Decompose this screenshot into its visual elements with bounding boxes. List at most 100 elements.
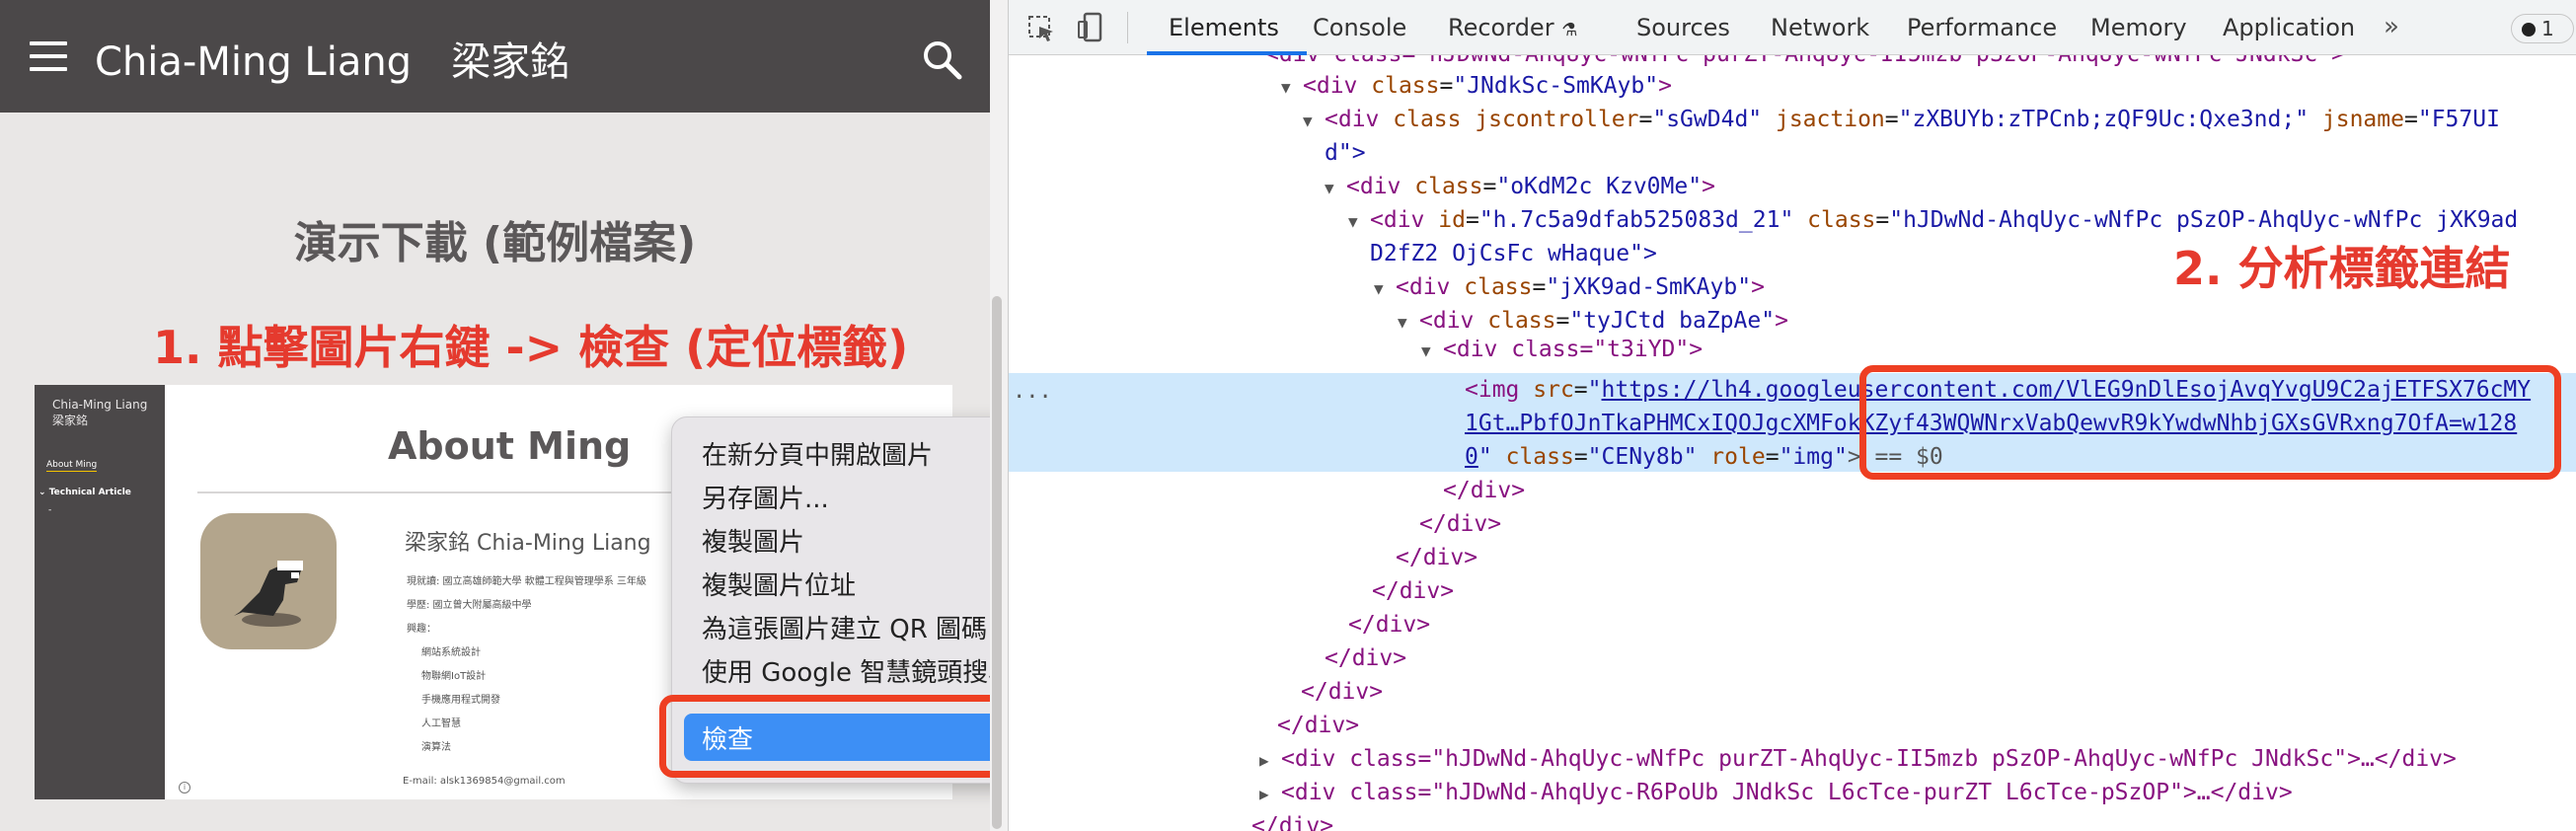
menu-item-google-lens[interactable]: 使用 Google 智慧鏡頭搜尋圖片 — [702, 652, 990, 689]
dom-line-wrap: D2fZ2 OjCsFc wHaque"> — [1370, 237, 1657, 270]
dom-close-tag[interactable]: </div> — [1301, 675, 1383, 709]
dom-close-tag[interactable]: </div> — [1372, 574, 1454, 608]
attr-value: "tyJCtd baZpAe" — [1569, 308, 1776, 334]
devtools-toolbar: Elements Console Recorder ⚗ Sources Netw… — [1009, 0, 2576, 55]
tag-open: <div class="t3iYD"> — [1443, 340, 1704, 359]
flask-icon: ⚗ — [1561, 20, 1578, 40]
tag-open: <div — [1419, 308, 1488, 334]
tag-open: <img — [1465, 377, 1534, 403]
embedded-nav-about[interactable]: About Ming — [46, 460, 98, 472]
dom-line[interactable]: ▼ <div class="t3iYD"> — [1421, 340, 1703, 359]
tab-memory[interactable]: Memory — [2090, 14, 2187, 41]
dom-close-tag[interactable]: </div> — [1325, 642, 1406, 675]
dinosaur-icon — [234, 561, 303, 627]
embedded-nav-technical[interactable]: ⌄ Technical Article — [38, 488, 131, 497]
dom-close-tag[interactable]: </div> — [1396, 541, 1477, 574]
bio-line: 手機應用程式開發 — [421, 695, 500, 706]
attr-name: class — [1371, 73, 1440, 99]
expand-arrow-icon[interactable]: ▶ — [1259, 744, 1281, 778]
collapse-arrow-icon[interactable]: ▼ — [1303, 105, 1325, 138]
dom-line[interactable]: ▼ <div class jscontroller="sGwD4d" jsacti… — [1303, 103, 2500, 136]
dom-tree[interactable]: ··· <div class="hJDwNd-AhqUyc-wNfPc purZ… — [1009, 55, 2576, 831]
annotation-step-2: 2. 分析標籤連結 — [2173, 242, 2511, 295]
menu-icon[interactable] — [30, 41, 67, 71]
dom-close-tag[interactable]: </div> — [1348, 608, 1430, 642]
collapsed-node: <div class="hJDwNd-AhqUyc-wNfPc purZT-Ah… — [1281, 746, 2457, 772]
tab-application[interactable]: Application — [2223, 14, 2355, 41]
search-icon[interactable] — [920, 38, 963, 81]
dom-line[interactable]: ▶ <div class="hJDwNd-AhqUyc-wNfPc purZT-A… — [1259, 742, 2457, 776]
attr-value: "hJDwNd-AhqUyc-wNfPc pSzOP-AhqUyc-wNfPc … — [1889, 207, 2519, 233]
dom-close-tag[interactable]: </div> — [1419, 507, 1501, 541]
attr-value: "JNdkSc-SmKAyb" — [1453, 73, 1659, 99]
collapse-arrow-icon[interactable]: ▼ — [1325, 172, 1346, 205]
site-title[interactable]: Chia-Ming Liang 梁家銘 — [95, 30, 569, 87]
device-toolbar-icon[interactable] — [1076, 12, 1105, 43]
tab-console[interactable]: Console — [1313, 14, 1406, 41]
tab-network[interactable]: Network — [1771, 14, 1869, 41]
dom-line[interactable]: ▼ <div class="tyJCtd baZpAe"> — [1398, 304, 1788, 338]
attr-name: class — [1487, 308, 1556, 334]
dom-line[interactable]: ▼ <div class="oKdM2c Kzv0Me"> — [1325, 170, 1715, 203]
attr-value: "h.7c5a9dfab525083d_21" — [1478, 207, 1794, 233]
bio-line: 現就讀: 國立高雄師範大學 軟體工程與管理學系 三年級 — [407, 576, 646, 587]
collapse-arrow-icon[interactable]: ▼ — [1348, 205, 1370, 239]
collapse-arrow-icon[interactable]: ▼ — [1374, 272, 1396, 306]
menu-item-copy-image-address[interactable]: 複製圖片位址 — [702, 566, 856, 602]
node-actions-ellipsis[interactable]: ··· — [1013, 385, 1052, 410]
collapse-arrow-icon[interactable]: ▼ — [1421, 341, 1443, 359]
embedded-profile-name: 梁家銘 Chia-Ming Liang — [405, 531, 651, 556]
embedded-nav-dash[interactable]: - — [48, 505, 51, 515]
issues-badge[interactable]: 1 — [2511, 14, 2574, 43]
dom-close-tag[interactable]: </div> — [1251, 809, 1333, 831]
bio-line: 興趣： — [407, 624, 436, 635]
annotation-step-1: 1. 點擊圖片右鍵 -> 檢查 (定位標籤) — [153, 321, 909, 374]
tab-recorder-label: Recorder — [1448, 14, 1554, 41]
tag-open: <div — [1303, 73, 1372, 99]
email-line: E-mail: alsk1369854@gmail.com — [403, 776, 566, 787]
collapse-arrow-icon[interactable]: ▼ — [1398, 306, 1419, 340]
menu-item-copy-image[interactable]: 複製圖片 — [702, 522, 804, 559]
menu-item-save-image[interactable]: 另存圖片... — [702, 479, 829, 515]
tag-open: <div — [1396, 274, 1465, 300]
dom-line-wrap: d"> — [1325, 136, 1366, 170]
collapsed-node: <div class="hJDwNd-AhqUyc-R6PoUb JNdkSc … — [1281, 780, 2293, 805]
collapse-arrow-icon[interactable]: ▼ — [1281, 71, 1303, 105]
menu-item-open-new-tab[interactable]: 在新分頁中開啟圖片 — [702, 435, 933, 472]
attr-value: "F57UI — [2417, 107, 2500, 132]
devtools-panel: Elements Console Recorder ⚗ Sources Netw… — [1008, 0, 2576, 831]
dom-line[interactable]: ▼ <div class="JNdkSc-SmKAyb"> — [1281, 69, 1672, 103]
attr-name: src — [1533, 377, 1574, 403]
embedded-sidebar: Chia-Ming Liang 梁家銘 About Ming ⌄ Technic… — [35, 385, 165, 799]
toolbar-divider — [1127, 12, 1128, 43]
dom-line[interactable]: ▶ <div class="hJDwNd-AhqUyc-R6PoUb JNdkSc… — [1259, 776, 2293, 809]
avatar[interactable] — [200, 513, 337, 649]
website-viewport: Chia-Ming Liang 梁家銘 演示下載 (範例檔案) 1. 點擊圖片右… — [0, 0, 990, 831]
site-header: Chia-Ming Liang 梁家銘 — [0, 0, 990, 113]
inspect-element-icon[interactable] — [1026, 14, 1056, 43]
tag-open: <div — [1346, 174, 1415, 199]
dom-line[interactable]: ▼ <div id="h.7c5a9dfab525083d_21" class="… — [1348, 203, 2518, 237]
attr-value: "img" — [1779, 444, 1848, 470]
attr-value: "jXK9ad-SmKAyb" — [1546, 274, 1752, 300]
more-tabs-icon[interactable]: » — [2384, 12, 2399, 41]
attr-value: "sGwD4d" — [1652, 107, 1763, 132]
tab-performance[interactable]: Performance — [1907, 14, 2057, 41]
embedded-nav-technical-label: Technical Article — [48, 488, 131, 497]
dom-line[interactable]: ▼ <div class="jXK9ad-SmKAyb"> — [1374, 270, 1765, 304]
attr-name: jsaction — [1762, 107, 1885, 132]
menu-item-create-qr[interactable]: 為這張圖片建立 QR 圖碼 — [702, 609, 987, 645]
tab-sources[interactable]: Sources — [1636, 14, 1730, 41]
image-url-link[interactable]: 0 — [1465, 444, 1478, 470]
dom-close-tag[interactable]: </div> — [1277, 709, 1359, 742]
expand-arrow-icon[interactable]: ▶ — [1259, 778, 1281, 811]
info-icon[interactable]: i — [179, 782, 190, 793]
bio-line: 演算法 — [421, 742, 451, 753]
attr-value: "zXBUYb:zTPCnb;zQF9Uc:Qxe3nd;" — [1898, 107, 2310, 132]
scrollbar-thumb[interactable] — [992, 296, 1002, 829]
tab-elements[interactable]: Elements — [1169, 14, 1279, 41]
attr-name: jsname — [2309, 107, 2404, 132]
attr-name: class — [1414, 174, 1483, 199]
tab-recorder[interactable]: Recorder ⚗ — [1448, 14, 1577, 41]
dom-close-tag[interactable]: </div> — [1443, 474, 1525, 507]
